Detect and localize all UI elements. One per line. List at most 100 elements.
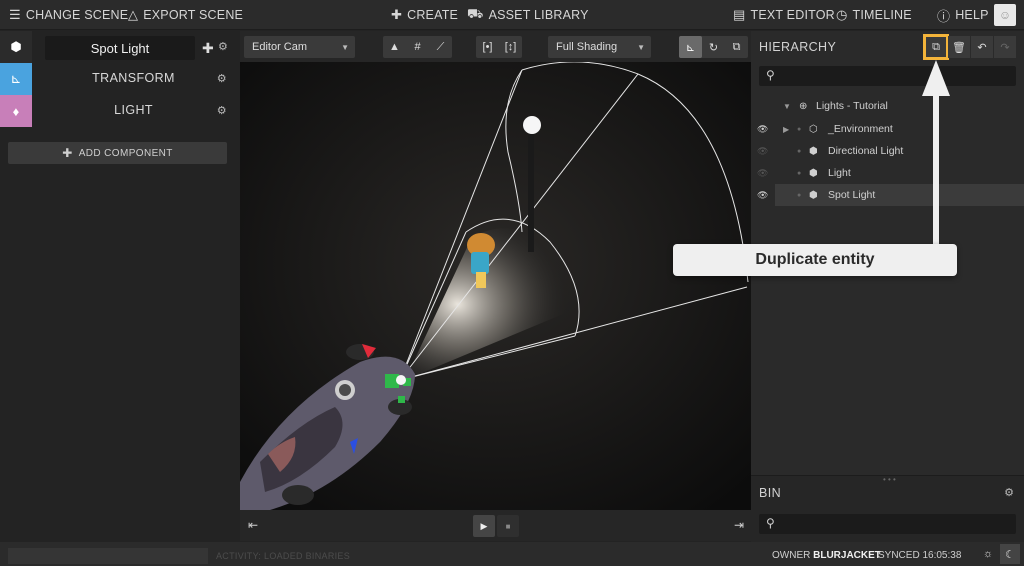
rotate-icon[interactable]: ↻	[702, 36, 725, 58]
transform-tab-icon[interactable]: ⊾	[0, 63, 32, 95]
add-icon[interactable]: ✚	[202, 40, 214, 57]
asset-library-button[interactable]: ⛟ ASSET LIBRARY	[467, 0, 589, 30]
eye-icon[interactable]: 👁	[757, 146, 768, 157]
tree-item-label: _Environment	[828, 123, 893, 135]
hierarchy-search-input[interactable]: ⚲	[759, 66, 1016, 86]
tree-item-lights-tutorial[interactable]: ▼ ⊕ Lights - Tutorial	[775, 95, 1024, 117]
play-icon: ▶	[480, 520, 488, 531]
component-transform[interactable]: TRANSFORM ⚙	[32, 62, 235, 94]
collapse-left-icon[interactable]: ⇤	[248, 518, 258, 532]
collapse-right-icon[interactable]: ⇥	[734, 518, 744, 532]
redo-button[interactable]: ↷	[994, 36, 1016, 58]
grid-icon[interactable]: #	[406, 36, 429, 58]
terrain-icon[interactable]: ▲	[383, 36, 406, 58]
undo-button[interactable]: ↶	[971, 36, 993, 58]
dot-icon: ●	[797, 191, 802, 199]
inspector-panel: Spot Light ✚ ⚙ TRANSFORM ⚙ LIGHT ⚙ ✚ ADD…	[8, 31, 235, 542]
asset-library-icon: ⛟	[467, 6, 484, 21]
help-icon: ⓘ	[937, 8, 951, 24]
export-icon: △	[128, 7, 139, 22]
owner-text: OWNER BLURJACKET	[772, 550, 881, 561]
duplicate-entity-button[interactable]: ⧉	[923, 34, 949, 60]
stop-button[interactable]: ■	[497, 515, 519, 537]
view-toggle-group: ▲ # ⟋	[383, 36, 452, 58]
redo-icon: ↷	[1000, 41, 1010, 54]
callout-arrow	[922, 60, 950, 246]
delete-entity-button[interactable]: 🗑	[948, 36, 970, 58]
tree-item-label: Light	[828, 167, 851, 179]
translate-icon[interactable]: ⊾	[679, 36, 702, 58]
light-entity-icon: ⬢	[809, 145, 818, 157]
activity-text: ACTIVITY: LOADED BINARIES	[216, 551, 351, 561]
plus-icon: ✚	[62, 146, 73, 160]
focus-icon[interactable]: [•]	[476, 36, 499, 58]
collapse-arrow-icon[interactable]: ▼	[783, 102, 791, 111]
component-label: TRANSFORM	[92, 71, 175, 85]
stop-icon: ■	[505, 521, 511, 531]
bin-search-input[interactable]: ⚲	[759, 514, 1016, 534]
timeline-button[interactable]: ◷ TIMELINE	[836, 0, 912, 30]
text-editor-label: TEXT EDITOR	[750, 8, 835, 22]
help-button[interactable]: ⓘ HELP	[937, 0, 989, 30]
search-icon: ⚲	[766, 516, 775, 530]
callout-text: Duplicate entity	[755, 251, 875, 268]
avatar[interactable]: ☺	[994, 4, 1016, 26]
synced-text: SYNCED 16:05:38	[878, 550, 962, 561]
gear-icon[interactable]: ⚙	[217, 104, 227, 117]
text-editor-button[interactable]: ▤ TEXT EDITOR	[733, 0, 835, 30]
callout-label: Duplicate entity	[673, 244, 957, 276]
create-button[interactable]: ✚ CREATE	[391, 0, 458, 30]
light-theme-button[interactable]: ☼	[978, 544, 998, 564]
scale-icon[interactable]: ⧉	[725, 36, 748, 58]
search-icon: ⚲	[766, 68, 775, 82]
dot-icon: ●	[797, 169, 802, 177]
plus-icon: ✚	[391, 7, 403, 22]
play-button[interactable]: ▶	[473, 515, 495, 537]
hexagon-icon: ⬡	[809, 123, 818, 135]
magic-wand-icon[interactable]: ⟋	[429, 36, 452, 58]
inspector-tab-strip: ⬢ ⊾ ♦	[0, 31, 32, 127]
timeline-label: TIMELINE	[852, 8, 912, 22]
light-tab-icon[interactable]: ♦	[0, 95, 32, 127]
bin-panel: • • • BIN ⚙ ⚲	[751, 475, 1024, 542]
status-bar: ACTIVITY: LOADED BINARIES OWNER BLURJACK…	[0, 542, 1024, 566]
change-scene-label: CHANGE SCENE	[25, 8, 129, 22]
timeline-icon: ◷	[836, 7, 848, 22]
eye-icon[interactable]: 👁	[757, 168, 768, 179]
tree-item-label: Directional Light	[828, 145, 904, 157]
help-label: HELP	[955, 8, 989, 22]
frame-icon[interactable]: [↕]	[499, 36, 522, 58]
create-label: CREATE	[407, 8, 459, 22]
owner-name: BLURJACKET	[813, 550, 881, 561]
owner-label: OWNER	[772, 550, 811, 561]
entity-tab-icon[interactable]: ⬢	[0, 31, 32, 63]
export-scene-button[interactable]: △ EXPORT SCENE	[128, 0, 243, 30]
eye-icon[interactable]: 👁	[757, 124, 768, 135]
caret-down-icon: ▼	[637, 42, 645, 52]
eye-icon[interactable]: 👁	[757, 190, 768, 201]
hierarchy-title: HIERARCHY	[759, 40, 837, 54]
change-scene-button[interactable]: ☰ CHANGE SCENE	[9, 0, 128, 30]
tree-item-light[interactable]: 👁 ● ⬢ Light	[757, 162, 1024, 184]
bin-title: BIN	[759, 486, 782, 500]
component-light[interactable]: LIGHT ⚙	[32, 94, 235, 126]
text-editor-icon: ▤	[733, 7, 746, 22]
shading-select[interactable]: Full Shading ▼	[548, 36, 651, 58]
gear-icon[interactable]: ⚙	[218, 40, 228, 53]
gear-icon[interactable]: ⚙	[217, 72, 227, 85]
undo-icon: ↶	[977, 41, 987, 54]
gear-icon[interactable]: ⚙	[1004, 486, 1014, 499]
lamp-bulb	[523, 116, 541, 134]
tree-item-environment[interactable]: 👁 ▶ ● ⬡ _Environment	[757, 118, 1024, 140]
add-component-button[interactable]: ✚ ADD COMPONENT	[8, 142, 227, 164]
scene-viewport[interactable]	[240, 62, 751, 510]
duplicate-icon: ⧉	[932, 40, 940, 53]
entity-name-field[interactable]: Spot Light	[45, 36, 195, 60]
tree-item-directional-light[interactable]: 👁 ● ⬢ Directional Light	[757, 140, 1024, 162]
expand-arrow-icon[interactable]: ▶	[783, 125, 789, 134]
tree-item-spot-light[interactable]: 👁 ● ⬢ Spot Light	[757, 184, 1024, 206]
resize-handle-icon[interactable]: • • •	[883, 475, 896, 484]
trash-icon: 🗑	[952, 41, 966, 54]
camera-select[interactable]: Editor Cam ▼	[244, 36, 355, 58]
dark-theme-button[interactable]: ☾	[1000, 544, 1020, 564]
